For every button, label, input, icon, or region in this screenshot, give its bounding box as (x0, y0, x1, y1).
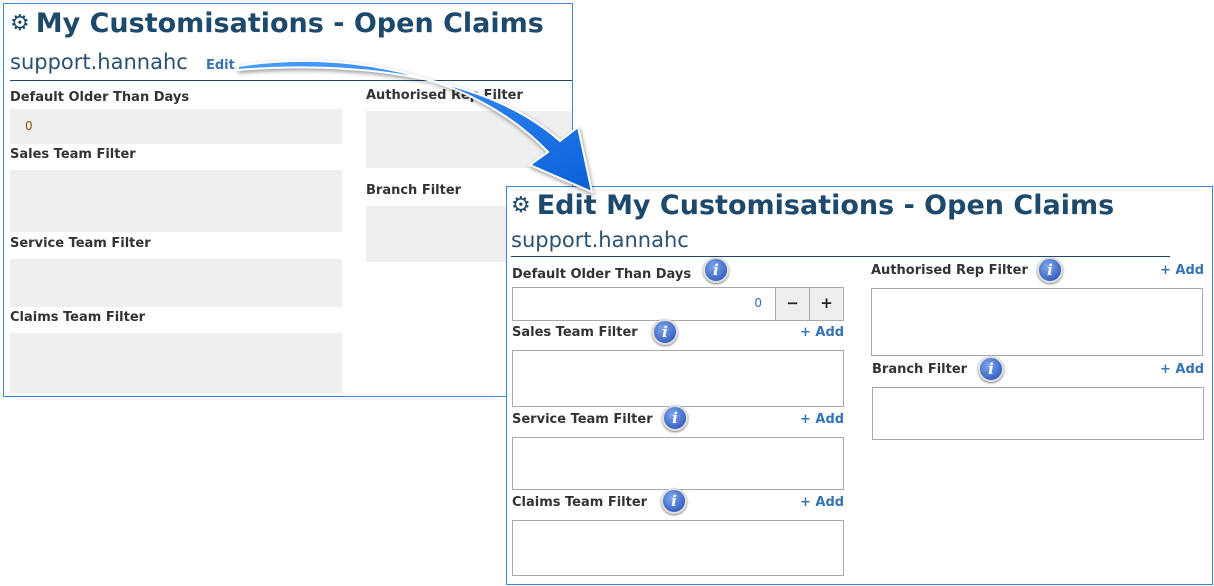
authorised-rep-add-button[interactable]: + Add (1160, 263, 1204, 278)
view-customisations-panel: ⚙ My Customisations - Open Claims support… (3, 3, 573, 397)
days-input[interactable]: 0 (512, 287, 777, 321)
info-icon[interactable]: i (1037, 257, 1063, 283)
divider (10, 80, 572, 81)
claims-team-filter-label: Claims Team Filter (10, 310, 146, 325)
branch-filter-label: Branch Filter (366, 183, 462, 198)
default-older-than-days-label: Default Older Than Days (512, 267, 692, 282)
page-title-text: My Customisations - Open Claims (35, 8, 544, 39)
authorised-rep-filter-box[interactable] (871, 288, 1203, 356)
default-older-than-days-value: 0 (10, 109, 342, 144)
edit-customisations-panel: ⚙ Edit My Customisations - Open Claims su… (506, 186, 1213, 585)
info-icon[interactable]: i (978, 356, 1004, 382)
sales-team-filter-value (10, 170, 342, 232)
edit-link[interactable]: Edit (206, 58, 235, 73)
divider (511, 256, 1170, 257)
increment-button[interactable]: + (809, 287, 844, 321)
sales-team-filter-box[interactable] (512, 350, 844, 407)
page-title-text: Edit My Customisations - Open Claims (536, 190, 1115, 221)
branch-filter-label: Branch Filter (872, 362, 968, 377)
service-team-filter-label: Service Team Filter (512, 412, 653, 427)
sales-team-add-button[interactable]: + Add (800, 325, 844, 340)
sales-team-filter-label: Sales Team Filter (10, 147, 136, 162)
gears-icon: ⚙ (511, 193, 531, 218)
days-value-text: 0 (25, 119, 33, 133)
username: support.hannahc (10, 50, 188, 74)
claims-team-filter-label: Claims Team Filter (512, 495, 648, 510)
info-icon[interactable]: i (703, 257, 729, 283)
sales-team-filter-label: Sales Team Filter (512, 325, 638, 340)
page-title: ⚙ Edit My Customisations - Open Claims (511, 190, 1114, 221)
branch-filter-box[interactable] (872, 387, 1204, 440)
authorised-rep-filter-label: Authorised Rep Filter (871, 263, 1028, 278)
service-team-filter-box[interactable] (512, 437, 844, 490)
username: support.hannahc (511, 228, 689, 252)
page-title: ⚙ My Customisations - Open Claims (10, 8, 544, 39)
days-input-value: 0 (754, 296, 762, 310)
info-icon[interactable]: i (652, 319, 678, 345)
authorised-rep-filter-value (366, 111, 572, 168)
claims-team-filter-box[interactable] (512, 520, 844, 576)
authorised-rep-filter-label: Authorised Rep Filter (366, 88, 523, 103)
service-team-add-button[interactable]: + Add (800, 412, 844, 427)
info-icon[interactable]: i (662, 405, 688, 431)
branch-add-button[interactable]: + Add (1160, 362, 1204, 377)
service-team-filter-label: Service Team Filter (10, 236, 151, 251)
claims-team-add-button[interactable]: + Add (800, 495, 844, 510)
service-team-filter-value (10, 259, 342, 307)
gears-icon: ⚙ (10, 11, 30, 36)
decrement-button[interactable]: − (775, 287, 810, 321)
info-icon[interactable]: i (661, 488, 687, 514)
default-older-than-days-label: Default Older Than Days (10, 90, 190, 105)
claims-team-filter-value (10, 333, 342, 393)
